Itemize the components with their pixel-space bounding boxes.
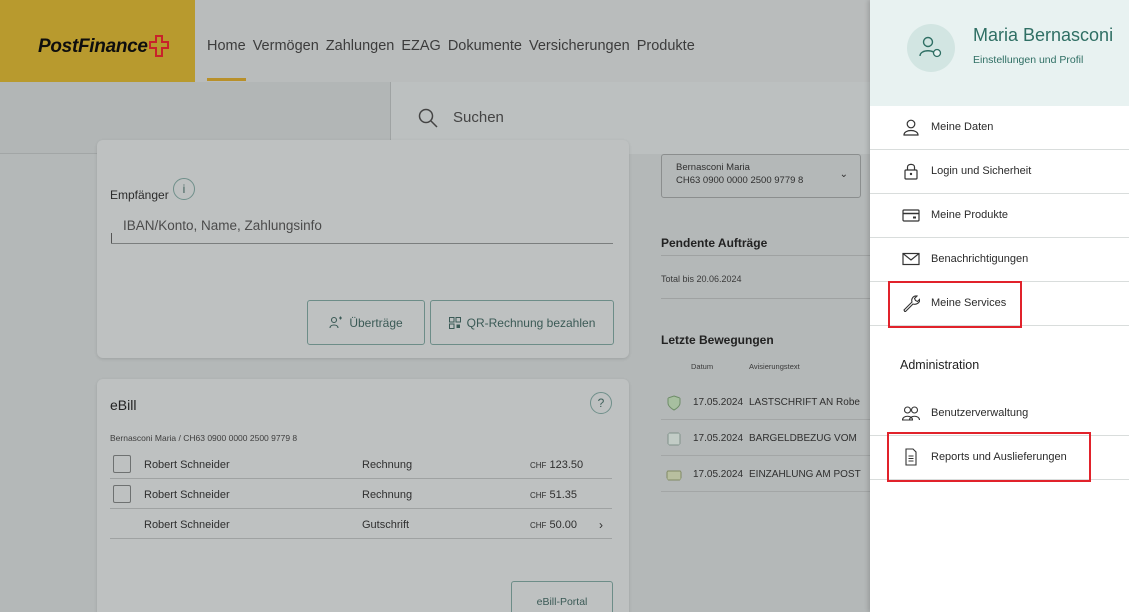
nav-versicherungen[interactable]: Versicherungen	[529, 38, 630, 54]
nav-produkte[interactable]: Produkte	[637, 38, 695, 54]
menu-item-services[interactable]: Meine Services	[870, 282, 1129, 326]
col-date: Datum	[691, 362, 714, 371]
transfer-person-icon	[329, 316, 343, 328]
text-caret	[111, 233, 112, 243]
nav-vermoegen[interactable]: Vermögen	[253, 38, 319, 54]
ebill-type: Rechnung	[362, 489, 413, 501]
menu-item-benutzerverwaltung[interactable]: Benutzerverwaltung	[870, 392, 1129, 436]
nav-dokumente[interactable]: Dokumente	[448, 38, 522, 54]
pending-total: Total bis 20.06.2024	[661, 274, 742, 284]
lock-icon	[904, 163, 918, 180]
ebill-account-line: Bernasconi Maria / CH63 0900 0000 2500 9…	[110, 433, 298, 443]
ebill-type: Gutschrift	[362, 519, 410, 531]
transfers-label: Überträge	[349, 315, 403, 330]
users-icon	[902, 406, 920, 421]
transfers-button[interactable]: Überträge	[307, 300, 425, 345]
menu-item-meine-daten[interactable]: Meine Daten	[870, 106, 1129, 150]
menu-item-label: Reports und Auslieferungen	[931, 451, 1067, 463]
ebill-checkbox[interactable]	[113, 485, 131, 503]
chevron-down-icon: ⌄	[839, 169, 848, 180]
menu-item-label: Login und Sicherheit	[931, 165, 1032, 177]
account-overview: Bernasconi Maria CH63 0900 0000 2500 977…	[646, 140, 886, 520]
profile-header[interactable]: Maria Bernasconi Einstellungen und Profi…	[870, 0, 1129, 106]
avatar	[907, 24, 955, 72]
ebill-biller: Robert Schneider	[144, 459, 230, 471]
movement-text: EINZAHLUNG AM POST	[749, 469, 861, 480]
menu-item-label: Meine Daten	[931, 121, 994, 133]
person-icon	[903, 119, 919, 136]
wrench-icon	[903, 295, 920, 312]
movement-row[interactable]: 17.05.2024 BARGELDBEZUG VOM	[661, 426, 886, 456]
account-name: Bernasconi Maria	[676, 162, 750, 173]
chevron-right-icon[interactable]: ›	[599, 518, 603, 532]
divider	[661, 298, 886, 299]
ebill-biller: Robert Schneider	[144, 519, 230, 531]
main-nav: Home Vermögen Zahlungen EZAG Dokumente V…	[207, 38, 695, 81]
qr-bill-label: QR-Rechnung bezahlen	[466, 315, 596, 330]
movement-date: 17.05.2024	[693, 469, 744, 480]
movement-date: 17.05.2024	[693, 433, 744, 444]
account-select[interactable]: Bernasconi Maria CH63 0900 0000 2500 977…	[661, 154, 861, 198]
movement-row[interactable]: 17.05.2024 EINZAHLUNG AM POST	[661, 462, 886, 492]
movement-text: LASTSCHRIFT AN Robe	[749, 397, 860, 408]
movements-title: Letzte Bewegungen	[661, 333, 774, 347]
report-icon	[905, 448, 917, 466]
menu-item-reports[interactable]: Reports und Auslieferungen	[870, 436, 1129, 480]
ebill-biller: Robert Schneider	[144, 489, 230, 501]
ebill-checkbox[interactable]	[113, 455, 131, 473]
menu-item-produkte[interactable]: Meine Produkte	[870, 194, 1129, 238]
info-icon[interactable]: i	[173, 178, 195, 200]
recipient-input[interactable]: IBAN/Konto, Name, Zahlungsinfo	[111, 218, 613, 244]
menu-item-label: Meine Services	[931, 297, 1007, 309]
ebill-title: eBill	[110, 397, 137, 413]
swiss-cross-icon	[149, 35, 169, 57]
mail-icon	[902, 252, 920, 266]
ebill-amount: CHF 51.35	[530, 489, 578, 501]
col-text: Avisierungstext	[749, 362, 800, 371]
profile-subtitle: Einstellungen und Profil	[973, 54, 1084, 66]
brand-logo[interactable]: PostFinance	[0, 0, 195, 82]
cash-icon	[667, 432, 681, 446]
deposit-icon	[666, 470, 682, 481]
qr-bill-button[interactable]: QR-Rechnung bezahlen	[430, 300, 614, 345]
card-icon	[902, 209, 920, 222]
menu-item-label: Benachrichtigungen	[931, 253, 1029, 265]
ebill-portal-button[interactable]: eBill-Portal	[511, 581, 613, 612]
menu-item-label: Benutzerverwaltung	[931, 407, 1029, 419]
nav-home[interactable]: Home	[207, 38, 246, 81]
movement-text: BARGELDBEZUG VOM	[749, 433, 857, 444]
nav-zahlungen[interactable]: Zahlungen	[326, 38, 395, 54]
menu-item-benachrichtigungen[interactable]: Benachrichtigungen	[870, 238, 1129, 282]
administration-heading: Administration	[900, 358, 980, 372]
ebill-amount: CHF 50.00	[530, 519, 578, 531]
ebill-card: eBill ? Bernasconi Maria / CH63 0900 000…	[97, 379, 629, 612]
search-icon	[418, 108, 438, 128]
divider	[661, 255, 886, 256]
recipient-placeholder: IBAN/Konto, Name, Zahlungsinfo	[123, 218, 322, 233]
brand-name: PostFinance	[38, 36, 148, 57]
profile-panel: Maria Bernasconi Einstellungen und Profi…	[870, 0, 1129, 612]
payment-card: Empfänger i IBAN/Konto, Name, Zahlungsin…	[97, 140, 629, 358]
shield-icon	[667, 395, 681, 411]
ebill-amount: CHF 123.50	[530, 459, 584, 471]
account-iban: CH63 0900 0000 2500 9779 8	[676, 175, 804, 186]
menu-item-login[interactable]: Login und Sicherheit	[870, 150, 1129, 194]
movement-date: 17.05.2024	[693, 397, 744, 408]
nav-ezag[interactable]: EZAG	[401, 38, 440, 54]
user-settings-icon	[919, 36, 942, 58]
search-placeholder: Suchen	[453, 109, 504, 126]
pending-title: Pendente Aufträge	[661, 236, 768, 250]
help-icon[interactable]: ?	[590, 392, 612, 414]
ebill-row[interactable]: Robert Schneider Rechnung CHF 51.35	[110, 485, 612, 509]
ebill-row[interactable]: Robert Schneider Rechnung CHF 123.50	[110, 455, 612, 479]
ebill-row[interactable]: Robert Schneider Gutschrift CHF 50.00 ›	[110, 515, 612, 539]
recipient-label: Empfänger	[110, 188, 169, 202]
ebill-type: Rechnung	[362, 459, 413, 471]
profile-name: Maria Bernasconi	[973, 25, 1114, 45]
qr-code-icon	[448, 316, 461, 329]
menu-item-label: Meine Produkte	[931, 209, 1009, 221]
movement-row[interactable]: 17.05.2024 LASTSCHRIFT AN Robe	[661, 390, 886, 420]
